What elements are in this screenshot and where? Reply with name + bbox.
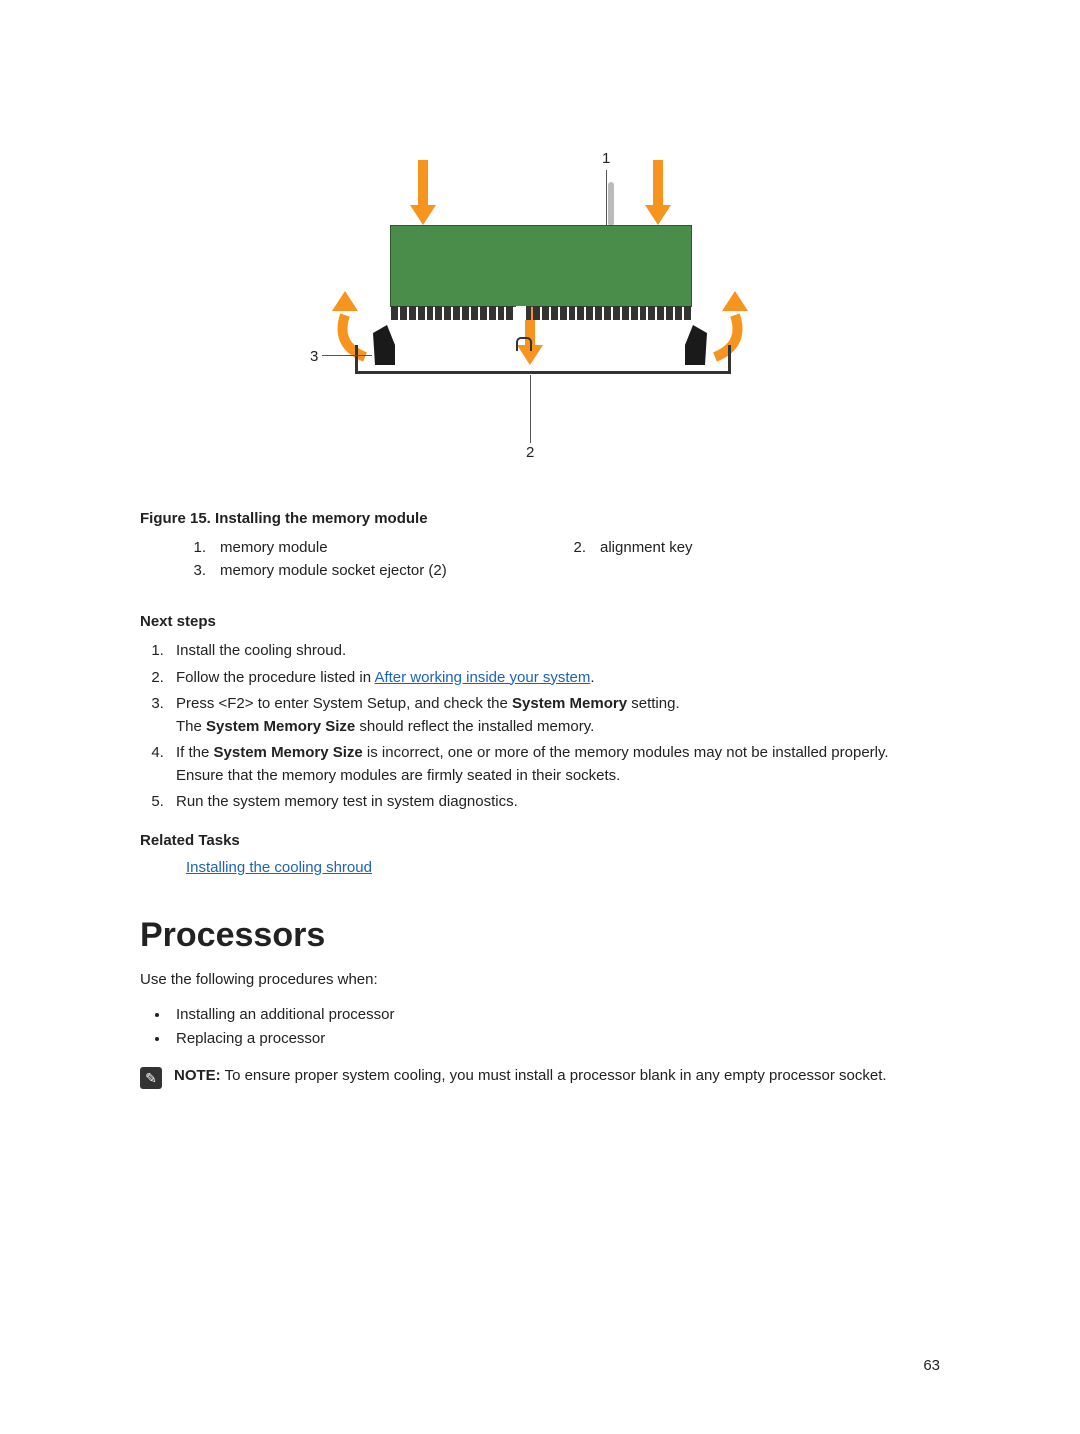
page-number: 63: [923, 1357, 940, 1374]
processors-bullet-2: Replacing a processor: [170, 1027, 940, 1051]
step-3: Press <F2> to enter System Setup, and ch…: [168, 693, 940, 738]
legend-item-2: 2. alignment key: [570, 539, 910, 556]
after-working-link[interactable]: After working inside your system: [374, 669, 590, 686]
legend-text: memory module: [220, 539, 328, 556]
callout-1-line: [606, 170, 607, 225]
note-block: ✎ NOTE: To ensure proper system cooling,…: [140, 1065, 940, 1089]
next-steps-heading: Next steps: [140, 613, 940, 630]
note-label: NOTE:: [174, 1067, 221, 1084]
step-2: Follow the procedure listed in After wor…: [168, 667, 940, 690]
document-page: 1 2 3 Figure 15. Installing the memory m…: [0, 0, 1080, 1434]
note-text: To ensure proper system cooling, you mus…: [221, 1067, 887, 1084]
step-4a: If the: [176, 744, 214, 761]
installing-cooling-shroud-link[interactable]: Installing the cooling shroud: [186, 859, 372, 876]
callout-1-label: 1: [602, 150, 610, 167]
memory-socket-icon: [355, 345, 731, 374]
legend-num: 1.: [190, 539, 206, 556]
processors-bullets: Installing an additional processor Repla…: [140, 1003, 940, 1051]
step-4-bold: System Memory Size: [214, 744, 363, 761]
legend-text: memory module socket ejector (2): [220, 562, 447, 579]
figure-memory-module: 1 2 3: [280, 90, 800, 490]
related-tasks-block: Related Tasks Installing the cooling shr…: [140, 832, 940, 876]
legend-text: alignment key: [600, 539, 693, 556]
callout-2-label: 2: [526, 444, 534, 461]
step-3b: setting.: [627, 695, 680, 712]
guide-pin-icon: [608, 182, 614, 226]
processors-heading: Processors: [140, 916, 940, 955]
step-3-l2b: should reflect the installed memory.: [355, 718, 594, 735]
callout-3-line: [322, 355, 372, 356]
step-1: Install the cooling shroud.: [168, 640, 940, 663]
step-2-text-a: Follow the procedure listed in: [176, 669, 374, 686]
step-3-l2-bold: System Memory Size: [206, 718, 355, 735]
next-steps-list: Install the cooling shroud. Follow the p…: [140, 640, 940, 814]
step-3-bold: System Memory: [512, 695, 627, 712]
legend-item-1: 1. memory module: [190, 539, 530, 556]
legend-num: 3.: [190, 562, 206, 579]
callout-3-label: 3: [310, 348, 318, 365]
related-tasks-heading: Related Tasks: [140, 832, 940, 849]
figure-caption: Figure 15. Installing the memory module: [140, 510, 940, 527]
note-icon: ✎: [140, 1067, 162, 1089]
step-5: Run the system memory test in system dia…: [168, 791, 940, 814]
step-3-l2a: The: [176, 718, 206, 735]
memory-module-icon: [390, 225, 692, 307]
alignment-key-icon: [516, 337, 532, 351]
install-arrow-left-icon: [410, 160, 436, 230]
figure-legend: 1. memory module 2. alignment key 3. mem…: [190, 539, 940, 579]
install-arrow-right-icon: [645, 160, 671, 230]
step-2-text-b: .: [590, 669, 594, 686]
step-4: If the System Memory Size is incorrect, …: [168, 742, 940, 787]
callout-2-line: [530, 375, 531, 443]
legend-item-3: 3. memory module socket ejector (2): [190, 562, 530, 579]
processors-intro: Use the following procedures when:: [140, 969, 940, 992]
note-text-container: NOTE: To ensure proper system cooling, y…: [174, 1065, 887, 1089]
processors-bullet-1: Installing an additional processor: [170, 1003, 940, 1027]
legend-num: 2.: [570, 539, 586, 556]
step-3a: Press <F2> to enter System Setup, and ch…: [176, 695, 512, 712]
